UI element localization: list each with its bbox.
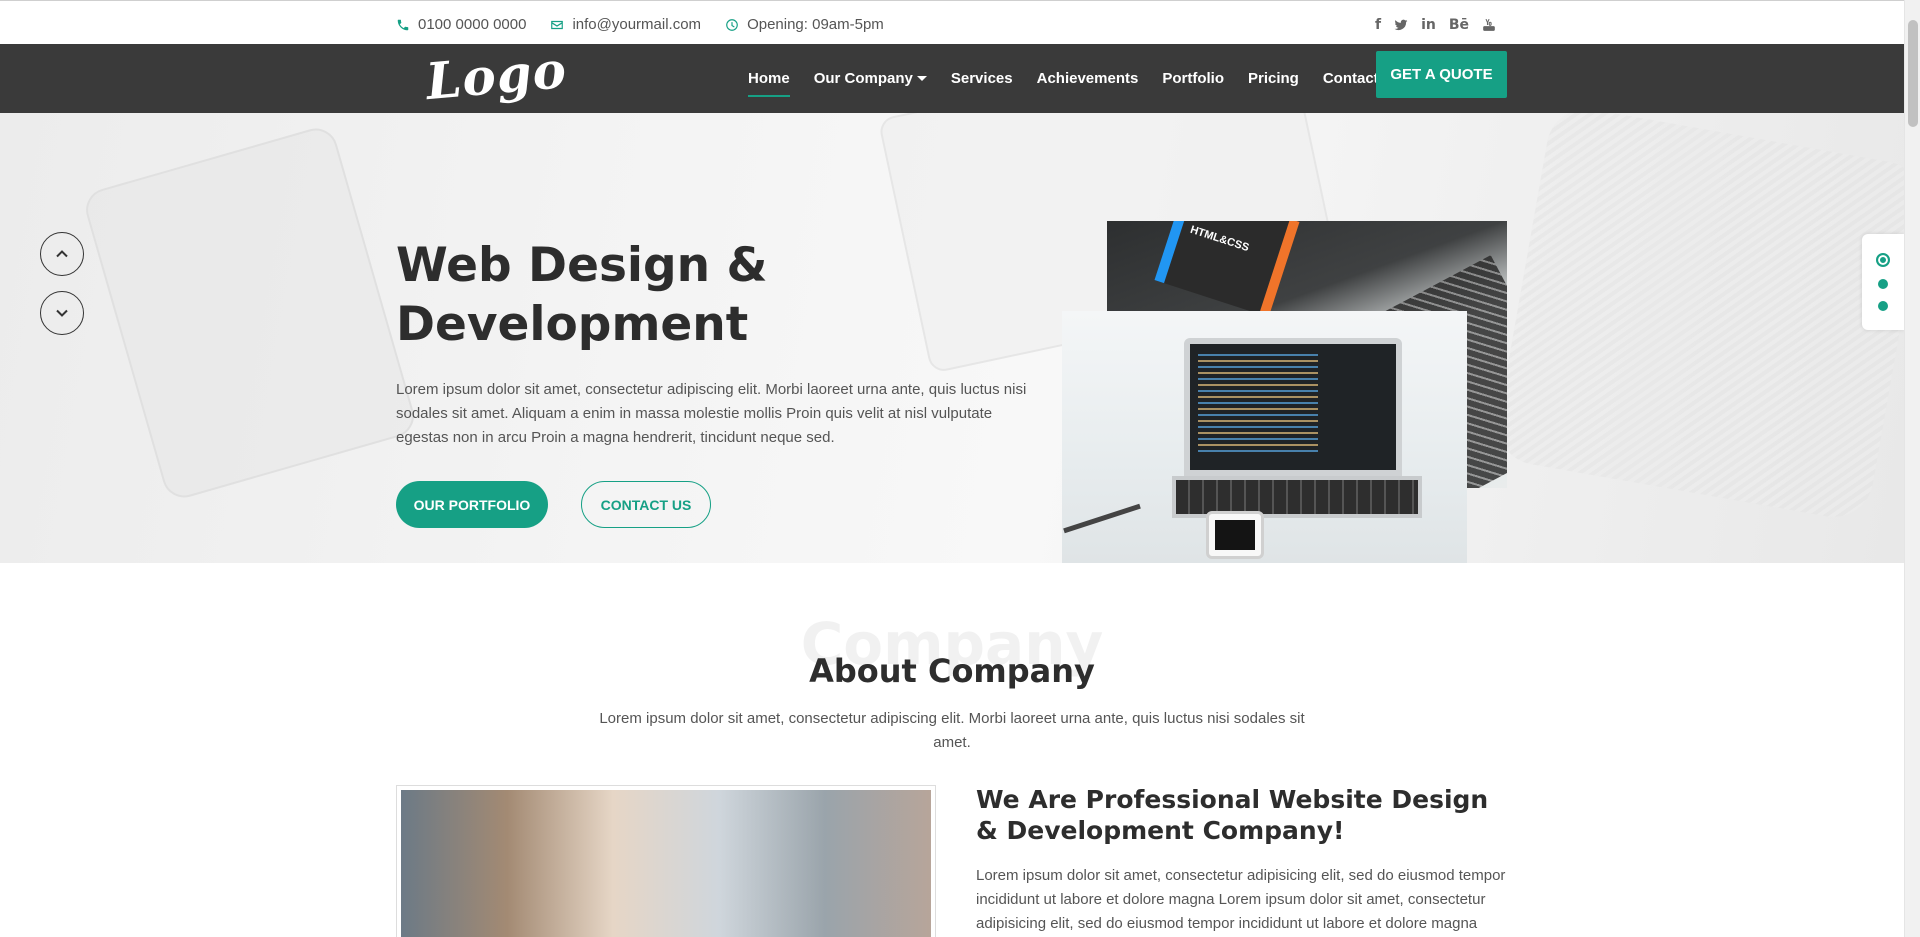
about-title: About Company bbox=[809, 652, 1095, 690]
contact-info: 0100 0000 0000 info@yourmail.com Opening… bbox=[396, 16, 884, 33]
behance-icon[interactable]: Bē bbox=[1449, 16, 1469, 34]
hero-title: Web Design & Development bbox=[396, 238, 768, 352]
chevron-down-icon bbox=[56, 309, 68, 317]
linkedin-icon[interactable]: in bbox=[1421, 16, 1436, 34]
main-navbar: Logo Home Our Company Services Achieveme… bbox=[0, 40, 1904, 113]
phone-number: 0100 0000 0000 bbox=[418, 16, 527, 33]
nav-item-achievements[interactable]: Achievements bbox=[1037, 44, 1139, 113]
phone-icon bbox=[397, 19, 409, 30]
our-portfolio-button[interactable]: OUR PORTFOLIO bbox=[396, 481, 548, 528]
hours-info: Opening: 09am-5pm bbox=[725, 16, 884, 33]
about-heading: We Are Professional Website Design & Dev… bbox=[976, 785, 1489, 845]
slide-pagination bbox=[1862, 234, 1904, 330]
phone-illustration bbox=[1206, 511, 1264, 559]
nav-item-our-company-label: Our Company bbox=[813, 70, 913, 87]
laptop-screen bbox=[1184, 338, 1402, 476]
hero-section: Web Design & Development Lorem ipsum dol… bbox=[0, 113, 1904, 563]
about-description: Lorem ipsum dolor sit amet, consectetur … bbox=[599, 710, 1305, 751]
main-menu: Home Our Company Services Achievements P… bbox=[748, 44, 1379, 113]
youtube-icon[interactable] bbox=[1482, 18, 1496, 32]
phone-info: 0100 0000 0000 bbox=[396, 16, 526, 33]
slide-prev-button[interactable] bbox=[40, 232, 84, 276]
caret-down-icon bbox=[916, 76, 927, 81]
nav-item-our-company[interactable]: Our Company bbox=[814, 44, 927, 113]
nav-item-home[interactable]: Home bbox=[748, 44, 790, 113]
page-scrollbar[interactable] bbox=[1904, 0, 1920, 937]
nav-item-services[interactable]: Services bbox=[951, 44, 1013, 113]
about-image bbox=[396, 785, 936, 937]
top-bar: 0100 0000 0000 info@yourmail.com Opening… bbox=[0, 0, 1904, 44]
about-text: Lorem ipsum dolor sit amet, consectetur … bbox=[976, 867, 1506, 932]
get-a-quote-button[interactable]: GET A QUOTE bbox=[1376, 51, 1507, 98]
hero-background-decoration bbox=[80, 123, 420, 503]
envelope-icon bbox=[551, 20, 564, 29]
chevron-up-icon bbox=[56, 250, 68, 258]
twitter-icon[interactable] bbox=[1394, 18, 1408, 32]
nav-item-contact[interactable]: Contact bbox=[1323, 44, 1379, 113]
slide-dot-2[interactable] bbox=[1878, 279, 1888, 289]
slide-dot-3[interactable] bbox=[1878, 301, 1888, 311]
hero-background-decoration bbox=[1491, 113, 1904, 524]
email-info[interactable]: info@yourmail.com bbox=[550, 16, 701, 33]
hero-image-laptop bbox=[1062, 311, 1467, 563]
email-address[interactable]: info@yourmail.com bbox=[572, 16, 701, 33]
team-photo bbox=[401, 790, 931, 937]
facebook-icon[interactable]: f bbox=[1375, 16, 1381, 34]
nav-item-portfolio[interactable]: Portfolio bbox=[1162, 44, 1224, 113]
slide-dot-1[interactable] bbox=[1876, 253, 1890, 267]
site-logo[interactable]: Logo bbox=[424, 40, 569, 111]
clock-icon bbox=[726, 18, 738, 31]
opening-hours: Opening: 09am-5pm bbox=[747, 16, 884, 33]
scrollbar-thumb[interactable] bbox=[1908, 20, 1918, 127]
pen-illustration bbox=[1063, 503, 1141, 534]
slide-next-button[interactable] bbox=[40, 291, 84, 335]
contact-us-button[interactable]: CONTACT US bbox=[581, 481, 711, 528]
social-links: f in Bē bbox=[1375, 16, 1496, 34]
nav-item-pricing[interactable]: Pricing bbox=[1248, 44, 1299, 113]
code-lines bbox=[1198, 354, 1318, 454]
hero-description: Lorem ipsum dolor sit amet, consectetur … bbox=[396, 381, 1027, 446]
